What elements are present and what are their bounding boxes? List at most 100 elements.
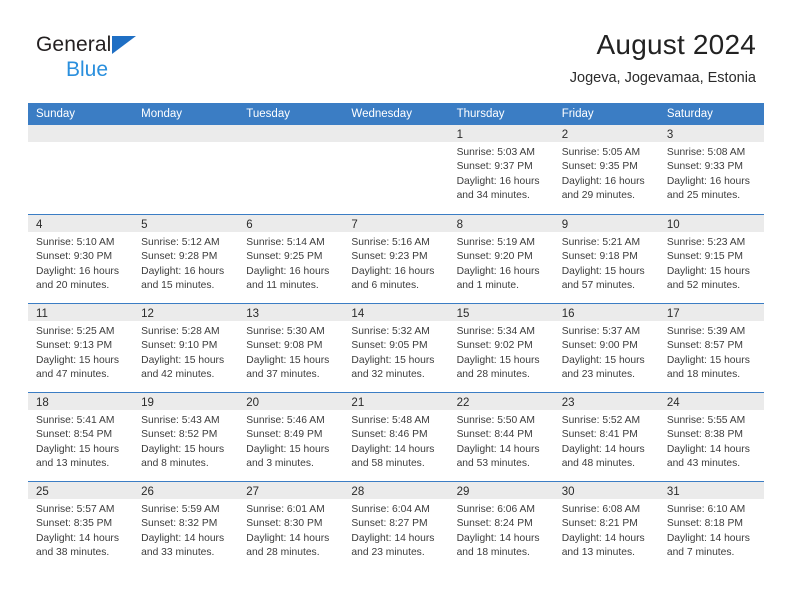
daylight-text-line1: Daylight: 15 hours [246,443,330,455]
day-details [343,142,448,146]
day-details: Sunrise: 5:57 AM Sunset: 8:35 PM Daylight:… [28,499,133,561]
location-subtitle: Jogeva, Jogevamaa, Estonia [569,70,756,86]
calendar-day-26[interactable]: 26 Sunrise: 5:59 AM Sunset: 8:32 PM Dayligh… [133,482,239,570]
daylight-text-line2: and 43 minutes. [666,458,741,470]
day-details [238,142,343,146]
daylight-text-line2: and 13 minutes. [561,547,635,559]
daylight-text-line1: Daylight: 14 hours [351,443,435,455]
calendar-day-27[interactable]: 27 Sunrise: 6:01 AM Sunset: 8:30 PM Dayligh… [238,482,344,570]
weekday-header-wednesday: Wednesday [351,108,412,120]
day-details: Sunrise: 5:32 AM Sunset: 9:05 PM Daylight:… [343,321,448,383]
calendar-day-22[interactable]: 22 Sunrise: 5:50 AM Sunset: 8:44 PM Dayligh… [448,393,554,481]
daylight-text-line1: Daylight: 15 hours [36,443,119,455]
calendar-day-1[interactable]: 1 Sunrise: 5:03 AM Sunset: 9:37 PM Daylight… [448,125,554,214]
day-number-band [133,125,239,142]
calendar-day-10[interactable]: 10 Sunrise: 5:23 AM Sunset: 9:15 PM Dayligh… [658,215,764,303]
weekday-header-row: Sunday Monday Tuesday Wednesday Thursday Frid… [28,103,764,125]
calendar-day-23[interactable]: 23 Sunrise: 5:52 AM Sunset: 8:41 PM Dayligh… [553,393,659,481]
calendar-day-25[interactable]: 25 Sunrise: 5:57 AM Sunset: 8:35 PM Dayligh… [28,482,134,570]
calendar-day-7[interactable]: 7 Sunrise: 5:16 AM Sunset: 9:23 PM Daylight… [343,215,449,303]
calendar-day-11[interactable]: 11 Sunrise: 5:25 AM Sunset: 9:13 PM Dayligh… [28,304,134,392]
sunrise-text: Sunrise: 5:52 AM [561,415,641,426]
daylight-text-line2: and 7 minutes. [666,547,735,559]
day-number-band: 12 [133,304,239,321]
calendar-day-30[interactable]: 30 Sunrise: 6:08 AM Sunset: 8:21 PM Dayligh… [553,482,659,570]
sunset-text: Sunset: 8:41 PM [561,429,638,441]
calendar-day-13[interactable]: 13 Sunrise: 5:30 AM Sunset: 9:08 PM Dayligh… [238,304,344,392]
calendar-day-12[interactable]: 12 Sunrise: 5:28 AM Sunset: 9:10 PM Dayligh… [133,304,239,392]
day-number-band: 26 [133,482,239,499]
daylight-text-line2: and 1 minute. [456,280,519,292]
calendar-day-3[interactable]: 3 Sunrise: 5:08 AM Sunset: 9:33 PM Daylight… [658,125,764,214]
sunset-text: Sunset: 8:52 PM [141,429,218,441]
day-number-band: 24 [658,393,764,410]
daylight-text-line2: and 38 minutes. [36,547,110,559]
daylight-text-line2: and 28 minutes. [246,547,320,559]
sunrise-text: Sunrise: 5:21 AM [561,237,641,248]
day-number: 5 [141,219,148,231]
daylight-text-line2: and 20 minutes. [36,280,110,292]
weekday-header-monday: Monday [141,108,183,120]
day-number-band: 28 [343,482,449,499]
calendar-week-row: 4 Sunrise: 5:10 AM Sunset: 9:30 PM Daylight… [28,214,764,303]
day-details: Sunrise: 5:52 AM Sunset: 8:41 PM Daylight:… [554,410,659,472]
day-number: 9 [561,219,569,231]
day-number: 25 [36,486,49,498]
calendar-day-28[interactable]: 28 Sunrise: 6:04 AM Sunset: 8:27 PM Dayligh… [343,482,449,570]
day-details: Sunrise: 5:05 AM Sunset: 9:35 PM Daylight:… [554,142,659,204]
calendar-day-17[interactable]: 17 Sunrise: 5:39 AM Sunset: 8:57 PM Dayligh… [658,304,764,392]
daylight-text-line2: and 37 minutes. [246,369,320,381]
calendar-day-21[interactable]: 21 Sunrise: 5:48 AM Sunset: 8:46 PM Dayligh… [343,393,449,481]
calendar-day-19[interactable]: 19 Sunrise: 5:43 AM Sunset: 8:52 PM Dayligh… [133,393,239,481]
day-details [28,142,133,146]
weekday-header-saturday: Saturday [666,108,713,120]
calendar-day-18[interactable]: 18 Sunrise: 5:41 AM Sunset: 8:54 PM Dayligh… [28,393,134,481]
daylight-text-line1: Daylight: 16 hours [351,265,435,277]
sunrise-text: Sunrise: 5:37 AM [561,326,641,337]
calendar-day-14[interactable]: 14 Sunrise: 5:32 AM Sunset: 9:05 PM Dayligh… [343,304,449,392]
calendar-day-16[interactable]: 16 Sunrise: 5:37 AM Sunset: 9:00 PM Dayligh… [553,304,659,392]
calendar-day-4[interactable]: 4 Sunrise: 5:10 AM Sunset: 9:30 PM Daylight… [28,215,134,303]
daylight-text-line1: Daylight: 15 hours [666,265,750,277]
sunset-text: Sunset: 9:23 PM [351,251,428,263]
sunrise-text: Sunrise: 6:08 AM [561,504,641,515]
day-number-band [238,125,344,142]
day-number-band: 31 [658,482,764,499]
daylight-text-line1: Daylight: 14 hours [351,532,435,544]
sunset-text: Sunset: 8:21 PM [561,518,638,530]
calendar-day-8[interactable]: 8 Sunrise: 5:19 AM Sunset: 9:20 PM Daylight… [448,215,554,303]
sunset-text: Sunset: 9:25 PM [246,251,323,263]
day-number: 11 [36,308,48,320]
calendar-day-9[interactable]: 9 Sunrise: 5:21 AM Sunset: 9:18 PM Daylight… [553,215,659,303]
daylight-text-line2: and 29 minutes. [561,190,635,202]
sunset-text: Sunset: 8:27 PM [351,518,428,530]
calendar-day-24[interactable]: 24 Sunrise: 5:55 AM Sunset: 8:38 PM Dayligh… [658,393,764,481]
sunrise-text: Sunrise: 5:05 AM [561,147,641,158]
day-number-band: 6 [238,215,344,232]
daylight-text-line1: Daylight: 16 hours [36,265,119,277]
sunset-text: Sunset: 9:33 PM [666,161,743,173]
sunrise-text: Sunrise: 5:14 AM [246,237,325,248]
daylight-text-line2: and 32 minutes. [351,369,425,381]
calendar-day-31[interactable]: 31 Sunrise: 6:10 AM Sunset: 8:18 PM Dayligh… [658,482,764,570]
sunset-text: Sunset: 9:08 PM [246,340,323,352]
daylight-text-line2: and 57 minutes. [561,280,635,292]
day-number-band: 30 [553,482,659,499]
sunset-text: Sunset: 8:32 PM [141,518,218,530]
day-number-band: 17 [658,304,764,321]
daylight-text-line1: Daylight: 15 hours [351,354,435,366]
calendar-day-20[interactable]: 20 Sunrise: 5:46 AM Sunset: 8:49 PM Dayligh… [238,393,344,481]
daylight-text-line1: Daylight: 14 hours [36,532,119,544]
calendar-day-15[interactable]: 15 Sunrise: 5:34 AM Sunset: 9:02 PM Dayligh… [448,304,554,392]
calendar-day-6[interactable]: 6 Sunrise: 5:14 AM Sunset: 9:25 PM Daylight… [238,215,344,303]
day-details: Sunrise: 5:19 AM Sunset: 9:20 PM Daylight:… [449,232,554,294]
calendar-day-2[interactable]: 2 Sunrise: 5:05 AM Sunset: 9:35 PM Daylight… [553,125,659,214]
logo-word-blue: Blue [66,58,109,81]
calendar-day-29[interactable]: 29 Sunrise: 6:06 AM Sunset: 8:24 PM Dayligh… [448,482,554,570]
calendar-week-row: 11 Sunrise: 5:25 AM Sunset: 9:13 PM Dayligh… [28,303,764,392]
sunrise-text: Sunrise: 5:50 AM [456,415,535,426]
calendar-day-5[interactable]: 5 Sunrise: 5:12 AM Sunset: 9:28 PM Daylight… [133,215,239,303]
sunrise-text: Sunrise: 5:25 AM [36,326,115,337]
sunset-text: Sunset: 9:05 PM [351,340,428,352]
day-number-band: 4 [28,215,134,232]
